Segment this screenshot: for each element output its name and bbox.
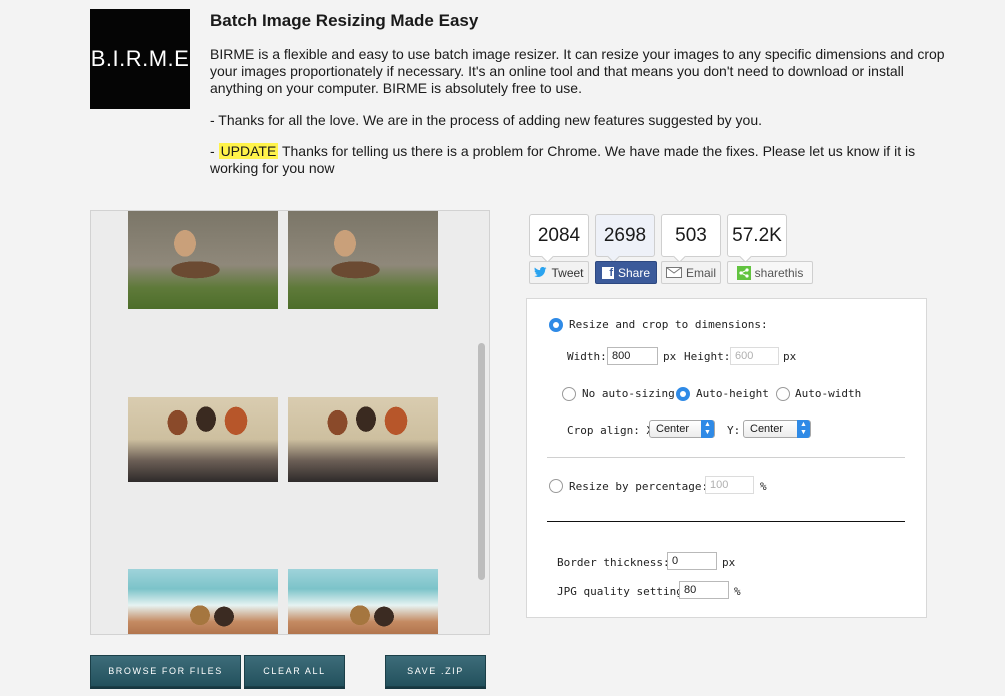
- auto-width-radio[interactable]: [776, 387, 790, 401]
- email-share-button[interactable]: Email: [661, 261, 721, 284]
- thumbnail-cropped-1[interactable]: [288, 211, 438, 309]
- crop-y-label: Y:: [727, 424, 741, 437]
- email-count: 503: [661, 214, 721, 257]
- resize-percentage-radio[interactable]: [549, 479, 563, 493]
- no-auto-sizing-label: No auto-sizing: [582, 387, 675, 400]
- envelope-icon: [665, 267, 682, 278]
- thumbnail-cropped-3[interactable]: [288, 569, 438, 634]
- jpg-quality-label: JPG quality setting:: [557, 585, 690, 598]
- height-unit: px: [783, 350, 797, 363]
- tweet-count: 2084: [529, 214, 589, 257]
- image-preview-pane[interactable]: [90, 210, 490, 635]
- thumbnail-original-2[interactable]: [128, 397, 278, 482]
- resize-crop-label: Resize and crop to dimensions:: [569, 318, 768, 331]
- crop-x-select[interactable]: Center ▲ ▼: [649, 420, 715, 438]
- no-auto-sizing-radio[interactable]: [562, 387, 576, 401]
- save-zip-button[interactable]: SAVE .ZIP: [385, 655, 486, 687]
- percentage-input[interactable]: 100: [705, 476, 754, 494]
- thanks-paragraph: - Thanks for all the love. We are in the…: [210, 112, 763, 128]
- border-thickness-label: Border thickness:: [557, 556, 670, 569]
- clear-all-button[interactable]: CLEAR ALL: [244, 655, 345, 687]
- tweet-label: Tweet: [551, 265, 584, 280]
- birme-logo: B.I.R.M.E: [90, 9, 190, 109]
- width-unit: px: [663, 350, 677, 363]
- crop-align-label: Crop align: X:: [567, 424, 660, 437]
- jpg-quality-input[interactable]: 80: [679, 581, 729, 599]
- preview-scrollbar[interactable]: [478, 343, 485, 580]
- select-arrows-icon: ▲ ▼: [701, 420, 714, 438]
- section-divider: [547, 457, 905, 458]
- thumbnail-original-3[interactable]: [128, 569, 278, 634]
- auto-width-label: Auto-width: [795, 387, 862, 400]
- border-thickness-input[interactable]: 0: [667, 552, 717, 570]
- crop-y-value: Center: [750, 423, 784, 435]
- update-text: Thanks for telling us there is a problem…: [210, 143, 916, 176]
- thumbnail-original-1[interactable]: [128, 211, 278, 309]
- auto-height-label: Auto-height: [696, 387, 769, 400]
- tweet-button[interactable]: Tweet: [529, 261, 589, 284]
- height-input[interactable]: 600: [730, 347, 779, 365]
- facebook-count: 2698: [595, 214, 655, 257]
- settings-panel: Resize and crop to dimensions: Width: 80…: [526, 298, 927, 618]
- facebook-share-label: Share: [617, 265, 651, 280]
- sharethis-button[interactable]: sharethis: [727, 261, 813, 284]
- section-divider-dark: [547, 521, 905, 522]
- facebook-f-icon: f: [601, 266, 614, 279]
- sharethis-label: sharethis: [754, 265, 804, 280]
- thumbnail-cropped-2[interactable]: [288, 397, 438, 482]
- facebook-share-button[interactable]: f Share: [595, 261, 657, 284]
- update-paragraph: - UPDATE Thanks for telling us there is …: [210, 143, 950, 177]
- width-label: Width:: [567, 350, 607, 363]
- twitter-bird-icon: [534, 267, 547, 278]
- browse-files-button[interactable]: BROWSE FOR FILES: [90, 655, 241, 687]
- height-label: Height:: [684, 350, 731, 363]
- sharethis-icon: [736, 265, 751, 280]
- auto-height-radio[interactable]: [676, 387, 690, 401]
- crop-x-value: Center: [656, 423, 690, 435]
- page-title: Batch Image Resizing Made Easy: [210, 11, 479, 30]
- resize-percentage-label: Resize by percentage:: [569, 480, 709, 493]
- update-prefix: -: [210, 143, 219, 159]
- percentage-unit: %: [760, 480, 767, 493]
- crop-y-select[interactable]: Center ▲ ▼: [743, 420, 811, 438]
- update-badge: UPDATE: [218, 143, 279, 159]
- border-unit: px: [722, 556, 736, 569]
- sharethis-count: 57.2K: [727, 214, 787, 257]
- resize-crop-radio[interactable]: [549, 318, 563, 332]
- email-label: Email: [685, 265, 716, 280]
- select-arrows-icon: ▲ ▼: [797, 420, 810, 438]
- intro-paragraph: BIRME is a flexible and easy to use batc…: [210, 46, 945, 96]
- width-input[interactable]: 800: [607, 347, 658, 365]
- jpg-quality-unit: %: [734, 585, 741, 598]
